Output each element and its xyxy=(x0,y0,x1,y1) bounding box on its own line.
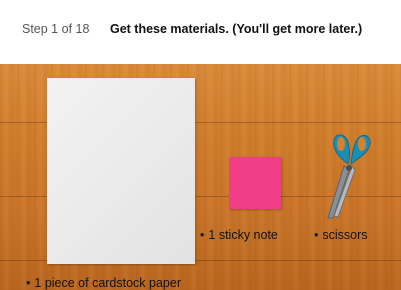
cardstock-label: 1 piece of cardstock paper xyxy=(34,276,182,290)
materials-list-item: • 1 sticky note xyxy=(200,228,278,242)
instruction-header: Step 1 of 18 Get these materials. (You'l… xyxy=(0,0,401,64)
cardstock-paper-illustration xyxy=(47,78,195,264)
sticky-note-label: 1 sticky note xyxy=(208,228,278,242)
bullet-icon: • xyxy=(200,228,205,242)
step-title: Get these materials. (You'll get more la… xyxy=(110,22,363,36)
sticky-note-illustration xyxy=(229,157,281,209)
bullet-icon: • xyxy=(26,276,31,290)
scissors-illustration xyxy=(327,134,371,219)
bullet-icon: • xyxy=(314,228,319,242)
materials-list-item: • 1 piece of cardstock paper xyxy=(26,276,181,290)
scissors-label: scissors xyxy=(322,228,368,242)
materials-photo: • 1 sticky note • scissors • 1 piece of car… xyxy=(0,64,401,290)
materials-list-item: • scissors xyxy=(314,228,368,242)
step-counter: Step 1 of 18 xyxy=(22,22,90,36)
